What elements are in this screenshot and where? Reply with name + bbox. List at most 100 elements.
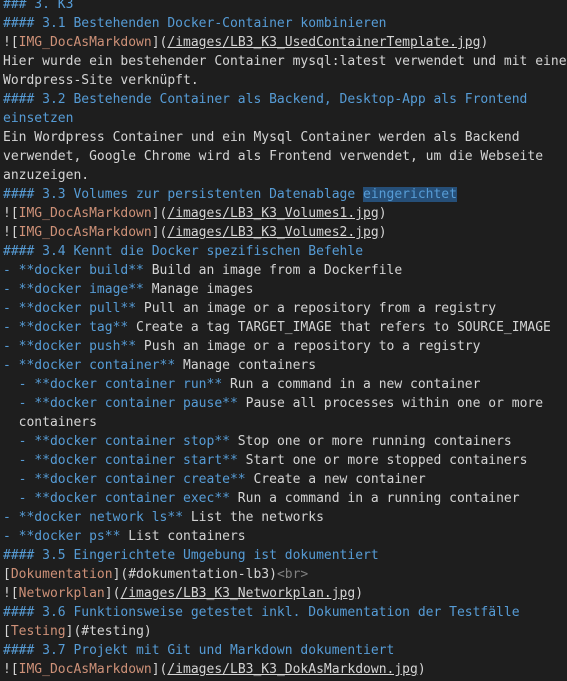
token-text: ![ [3, 35, 19, 50]
token-bracket: IMG_DocAsMarkdown [18, 662, 152, 677]
editor-line[interactable]: #### 3.6 Funktionsweise getestet inkl. D… [3, 603, 567, 622]
token-keyword: - [3, 491, 35, 506]
token-keyword: **docker build** [18, 263, 144, 278]
token-heading: #### 3.5 Eingerichtete Umgebung ist doku… [3, 548, 379, 563]
token-text: ![ [3, 586, 19, 601]
token-keyword: - [3, 320, 19, 335]
editor-line[interactable]: [Dokumentation](#dokumentation-lb3)<br> [3, 565, 567, 584]
token-heading: #### 3.3 Volumes zur persistenten Datena… [3, 187, 364, 202]
token-heading: #### 3.7 Projekt mit Git und Markdown do… [3, 643, 395, 658]
token-bracket: Testing [10, 624, 66, 639]
editor-line[interactable]: containers [3, 413, 567, 432]
editor-line[interactable]: - **docker network ls** List the network… [3, 508, 567, 527]
token-url: #testing [81, 624, 144, 639]
token-text: ) [480, 35, 489, 50]
editor-line[interactable]: verwendet, Google Chrome wird als Fronte… [3, 147, 567, 166]
token-text: ) [378, 206, 387, 221]
editor-line[interactable]: ### 3. K3 [3, 0, 567, 14]
token-text: ]( [151, 206, 168, 221]
editor-line[interactable]: #### 3.5 Eingerichtete Umgebung ist doku… [3, 546, 567, 565]
editor-line[interactable]: - **docker container pause** Pause all p… [3, 394, 567, 413]
token-text: Wordpress-Site verknüpft. [3, 73, 199, 88]
editor-line[interactable]: ![IMG_DocAsMarkdown](/images/LB3_K3_Volu… [3, 204, 567, 223]
token-keyword: **docker container exec** [34, 491, 230, 506]
editor-line[interactable]: ![IMG_DocAsMarkdown](/images/LB3_K3_DokA… [3, 660, 567, 679]
token-text: List containers [120, 529, 246, 544]
token-bracket: IMG_DocAsMarkdown [18, 206, 152, 221]
token-text: ![ [3, 206, 19, 221]
editor-line[interactable]: - **docker push** Push an image or a rep… [3, 337, 567, 356]
token-text: Run a command in a new container [222, 377, 481, 392]
token-text: ) [378, 225, 387, 240]
token-keyword: - [3, 510, 19, 525]
token-keyword: **docker network ls** [18, 510, 184, 525]
token-keyword: - [3, 434, 35, 449]
token-url: /images/LB3_K3_Volumes1.jpg [167, 206, 379, 221]
token-text: ]( [151, 225, 168, 240]
token-text: Manage images [143, 282, 254, 297]
editor-line[interactable]: einsetzen [3, 109, 567, 128]
token-keyword: **docker container create** [34, 472, 246, 487]
editor-line[interactable]: #### 3.1 Bestehenden Docker-Container ko… [3, 14, 567, 33]
token-tag: <br> [276, 567, 309, 582]
token-keyword: **docker push** [18, 339, 137, 354]
token-keyword: - [3, 529, 19, 544]
token-text: Hier wurde ein bestehender Container mys… [3, 54, 567, 69]
token-keyword: - [3, 339, 19, 354]
editor-line[interactable]: ![IMG_DocAsMarkdown](/images/LB3_K3_Volu… [3, 223, 567, 242]
token-text: anzuzeigen. [3, 168, 90, 183]
editor-line[interactable]: #### 3.4 Kennt die Docker spezifischen B… [3, 242, 567, 261]
token-heading: ### 3. K3 [3, 0, 74, 12]
editor-line[interactable]: - **docker ps** List containers [3, 527, 567, 546]
editor-line[interactable]: Hier wurde ein bestehender Container mys… [3, 52, 567, 71]
editor-line[interactable]: #### 3.2 Bestehende Container als Backen… [3, 90, 567, 109]
token-text: Pause all processes within one or more [237, 396, 544, 411]
editor-line[interactable]: - **docker tag** Create a tag TARGET_IMA… [3, 318, 567, 337]
token-bracket: IMG_DocAsMarkdown [18, 225, 152, 240]
token-keyword: - [3, 472, 35, 487]
editor-line[interactable]: - **docker container run** Run a command… [3, 375, 567, 394]
editor-line[interactable]: - **docker image** Manage images [3, 280, 567, 299]
token-heading: #### 3.4 Kennt die Docker spezifischen B… [3, 244, 364, 259]
token-text: ]( [151, 35, 168, 50]
token-text: ![ [3, 225, 19, 240]
token-text: Pull an image or a repository from a reg… [136, 301, 497, 316]
token-bracket: Dokumentation [10, 567, 113, 582]
editor-line[interactable]: - **docker container create** Create a n… [3, 470, 567, 489]
editor-line[interactable]: #### 3.3 Volumes zur persistenten Datena… [3, 185, 567, 204]
editor-line[interactable]: - **docker container exec** Run a comman… [3, 489, 567, 508]
token-keyword: **docker container run** [34, 377, 223, 392]
token-text: Ein Wordpress Container und ein Mysql Co… [3, 130, 520, 145]
token-keyword: **docker container pause** [34, 396, 238, 411]
token-text: Run a command in a running container [229, 491, 520, 506]
editor-line[interactable]: - **docker build** Build an image from a… [3, 261, 567, 280]
token-heading: #### 3.6 Funktionsweise getestet inkl. D… [3, 605, 520, 620]
editor-line[interactable]: Ein Wordpress Container und ein Mysql Co… [3, 128, 567, 147]
token-keyword: **docker image** [18, 282, 144, 297]
editor-line[interactable]: Wordpress-Site verknüpft. [3, 71, 567, 90]
editor-line[interactable]: - **docker pull** Pull an image or a rep… [3, 299, 567, 318]
token-bracket: IMG_DocAsMarkdown [18, 35, 152, 50]
editor-line[interactable]: ![IMG_DocAsMarkdown](/images/LB3_K3_Used… [3, 33, 567, 52]
token-text: [ [3, 624, 11, 639]
editor-line[interactable]: anzuzeigen. [3, 166, 567, 185]
editor-line[interactable]: - **docker container stop** Stop one or … [3, 432, 567, 451]
editor-line[interactable]: #### 3.7 Projekt mit Git und Markdown do… [3, 641, 567, 660]
token-heading: einsetzen [3, 111, 74, 126]
token-text: ) [417, 662, 426, 677]
token-keyword: **docker container stop** [34, 434, 230, 449]
token-keyword: - [3, 358, 19, 373]
token-keyword: **docker pull** [18, 301, 137, 316]
token-heading: eingerichtet [363, 187, 457, 202]
markdown-editor[interactable]: ### 3. K3 #### 3.1 Bestehenden Docker-Con… [0, 0, 567, 681]
editor-line[interactable]: [Testing](#testing) [3, 622, 567, 641]
editor-line[interactable]: - **docker container** Manage containers [3, 356, 567, 375]
token-text: ]( [65, 624, 82, 639]
editor-line[interactable]: - **docker container start** Start one o… [3, 451, 567, 470]
token-text: verwendet, Google Chrome wird als Fronte… [3, 149, 544, 164]
token-keyword: - [3, 263, 19, 278]
token-bracket: Networkplan [18, 586, 105, 601]
token-keyword: **docker ps** [18, 529, 121, 544]
editor-line[interactable]: ![Networkplan](/images/LB3_K3_Networkpla… [3, 584, 567, 603]
token-url: /images/LB3_K3_DokAsMarkdown.jpg [167, 662, 418, 677]
